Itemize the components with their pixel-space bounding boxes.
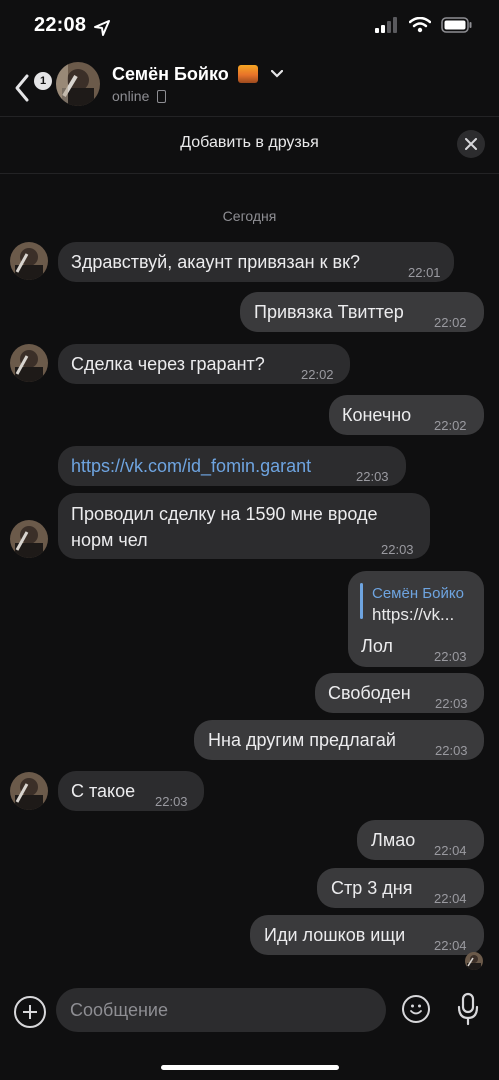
- smiley-face: [410, 1004, 422, 1015]
- message-bubble-outgoing[interactable]: Привязка Твиттер 22:02: [240, 292, 484, 332]
- message-bubble-incoming[interactable]: С такое 22:03: [58, 771, 204, 811]
- avatar[interactable]: [56, 62, 100, 106]
- message-time: 22:03: [434, 649, 467, 664]
- status-time: 22:08: [34, 14, 87, 36]
- message-text: Конечно: [342, 405, 412, 425]
- message-time: 22:01: [408, 265, 441, 280]
- close-icon: [465, 138, 477, 150]
- sender-avatar[interactable]: [10, 242, 48, 280]
- add-friend-button[interactable]: Добавить в друзья: [0, 134, 499, 152]
- message-time: 22:02: [434, 418, 467, 433]
- message-text: Иди лошков ищи: [264, 925, 406, 945]
- message-text-line: норм чел: [71, 530, 148, 550]
- home-indicator[interactable]: [161, 1065, 339, 1070]
- message-time: 22:03: [381, 542, 414, 557]
- message-text: Свободен: [328, 683, 411, 703]
- contact-name-row[interactable]: Семён Бойко: [112, 64, 283, 85]
- message-text: Привязка Твиттер: [254, 302, 404, 322]
- contact-name: Семён Бойко: [112, 64, 229, 84]
- battery-icon: [441, 17, 472, 33]
- message-input[interactable]: [56, 988, 386, 1032]
- message-bubble-outgoing-reply[interactable]: Семён Бойко https://vk... Лол 22:03: [348, 571, 484, 667]
- message-composer: [0, 986, 499, 1046]
- message-time: 22:04: [434, 938, 467, 953]
- message-bubble-incoming[interactable]: https://vk.com/id_fomin.garant 22:03: [58, 446, 406, 486]
- message-time: 22:03: [356, 469, 389, 484]
- presence-status: online: [112, 88, 167, 104]
- message-bubble-outgoing[interactable]: Стр 3 дня 22:04: [317, 868, 484, 908]
- status-icons: [375, 17, 473, 33]
- date-separator: Сегодня: [222, 208, 277, 224]
- message-time: 22:03: [435, 743, 468, 758]
- sender-avatar[interactable]: [10, 344, 48, 382]
- message-bubble-outgoing[interactable]: Нна другим предлагай 22:03: [194, 720, 484, 760]
- emoji-icon[interactable]: [402, 995, 430, 1023]
- message-link[interactable]: https://vk.com/id_fomin.garant: [71, 453, 311, 479]
- message-text: Здравствуй, акаунт привязан к вк?: [71, 252, 360, 272]
- message-time: 22:04: [434, 843, 467, 858]
- message-bubble-outgoing[interactable]: Свободен 22:03: [315, 673, 484, 713]
- message-bubble-incoming[interactable]: Здравствуй, акаунт привязан к вк? 22:01: [58, 242, 454, 282]
- message-bubble-outgoing[interactable]: Лмао 22:04: [357, 820, 484, 860]
- message-text: Стр 3 дня: [331, 878, 413, 898]
- add-friend-bar: Добавить в друзья: [0, 116, 499, 174]
- message-time: 22:02: [301, 367, 334, 382]
- message-text: Сделка через грарант?: [71, 354, 265, 374]
- message-bubble-outgoing[interactable]: Конечно 22:02: [329, 395, 484, 435]
- signal-icon: [375, 17, 397, 33]
- message-text: Лол: [361, 636, 393, 656]
- presence-text: online: [112, 88, 150, 104]
- read-receipt-avatar: [465, 952, 483, 970]
- chat-header: 1 Семён Бойко online: [0, 56, 499, 116]
- mobile-phone-icon: [157, 90, 167, 103]
- wifi-icon: [409, 17, 431, 33]
- message-text: Нна другим предлагай: [208, 730, 396, 750]
- chevron-left-icon: [15, 74, 29, 102]
- chevron-down-icon: [270, 70, 283, 78]
- microphone-icon[interactable]: [454, 992, 482, 1028]
- message-bubble-incoming[interactable]: Проводил сделку на 1590 мне вроде норм ч…: [58, 493, 430, 559]
- location-arrow-icon: [94, 20, 110, 36]
- status-bar: 22:08: [0, 0, 499, 56]
- message-text: С такое: [71, 781, 136, 801]
- message-bubble-incoming[interactable]: Сделка через грарант? 22:02: [58, 344, 350, 384]
- sender-avatar[interactable]: [10, 772, 48, 810]
- reply-preview: https://vk...: [372, 605, 455, 624]
- message-time: 22:02: [434, 315, 467, 330]
- message-text: Лмао: [371, 830, 416, 850]
- sender-avatar[interactable]: [10, 520, 48, 558]
- chat-screen: 22:08 1 Семён Бойко online Добавить в др…: [0, 0, 499, 1080]
- back-button[interactable]: 1: [10, 64, 52, 104]
- message-time: 22:04: [434, 891, 467, 906]
- reply-quote-bar: [360, 583, 363, 619]
- sunset-icon: [237, 65, 258, 83]
- message-bubble-outgoing[interactable]: Иди лошков ищи 22:04: [250, 915, 484, 955]
- close-button[interactable]: [457, 130, 485, 158]
- message-text-line: Проводил сделку на 1590 мне вроде: [71, 504, 378, 524]
- attach-plus-icon[interactable]: [14, 996, 46, 1028]
- avatar-image: [56, 62, 100, 106]
- message-time: 22:03: [435, 696, 468, 711]
- message-time: 22:03: [155, 794, 188, 809]
- unread-badge: 1: [34, 72, 52, 90]
